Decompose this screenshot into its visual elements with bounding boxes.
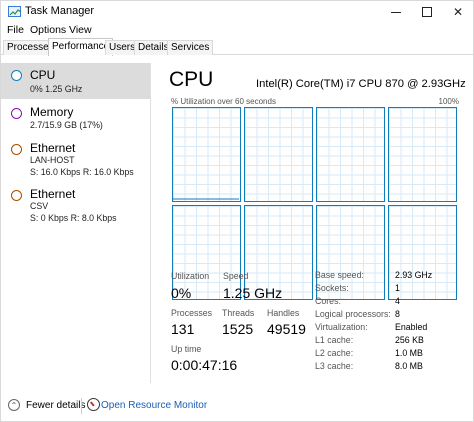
resource-monitor-icon[interactable] bbox=[87, 398, 100, 411]
menu-file[interactable]: File bbox=[7, 24, 24, 36]
tab-performance[interactable]: Performance bbox=[48, 38, 114, 56]
spec-value: Enabled bbox=[395, 322, 428, 332]
spec-key: Logical processors: bbox=[315, 309, 391, 319]
cpu-core-graph bbox=[244, 107, 313, 202]
sidebar-item-cpu[interactable]: CPU 0% 1.25 GHz bbox=[1, 63, 150, 99]
menu-bar: File Options View bbox=[1, 22, 473, 38]
speed-value: 1.25 GHz bbox=[223, 285, 283, 301]
menu-options[interactable]: Options bbox=[30, 24, 66, 36]
uptime-value: 0:00:47:16 bbox=[171, 357, 238, 373]
open-resource-monitor-link[interactable]: Open Resource Monitor bbox=[101, 400, 207, 411]
speed-label: Speed bbox=[223, 271, 249, 281]
sidebar-item-title: Ethernet bbox=[30, 187, 76, 201]
task-manager-icon bbox=[8, 6, 22, 17]
spec-key: L1 cache: bbox=[315, 335, 354, 345]
spec-key: Virtualization: bbox=[315, 322, 368, 332]
tab-services[interactable]: Services bbox=[167, 40, 214, 55]
footer-bar: ⌃ Fewer details Open Resource Monitor bbox=[1, 393, 473, 419]
spec-key: L3 cache: bbox=[315, 361, 354, 371]
ethernet-indicator-icon bbox=[11, 190, 22, 201]
cpu-core-graph bbox=[388, 107, 457, 202]
spec-key: L2 cache: bbox=[315, 348, 354, 358]
maximize-icon bbox=[422, 7, 432, 17]
tab-strip: Processes Performance Users Details Serv… bbox=[1, 38, 473, 56]
ethernet-indicator-icon bbox=[11, 144, 22, 155]
spec-value: 8 bbox=[395, 309, 400, 319]
handles-label: Handles bbox=[267, 308, 300, 318]
sidebar-item-throughput: S: 16.0 Kbps R: 16.0 Kbps bbox=[30, 167, 134, 177]
fewer-details-link[interactable]: Fewer details bbox=[26, 400, 85, 411]
close-button[interactable]: ✕ bbox=[443, 1, 473, 23]
cpu-core-graph bbox=[316, 107, 385, 202]
utilization-value: 0% bbox=[171, 285, 192, 301]
menu-view[interactable]: View bbox=[69, 24, 92, 36]
cpu-detail-panel: CPU Intel(R) Core(TM) i7 CPU 870 @ 2.93G… bbox=[161, 63, 471, 383]
spec-value: 1 bbox=[395, 283, 400, 293]
sidebar-item-title: Memory bbox=[30, 105, 74, 119]
sidebar-item-throughput: S: 0 Kbps R: 8.0 Kbps bbox=[30, 213, 117, 223]
memory-indicator-icon bbox=[11, 108, 22, 119]
maximize-button[interactable] bbox=[412, 1, 442, 23]
footer-divider bbox=[81, 398, 82, 414]
sidebar-item-title: CPU bbox=[30, 68, 56, 82]
spec-value: 1.0 MB bbox=[395, 348, 423, 358]
close-icon: ✕ bbox=[452, 5, 464, 19]
resource-sidebar: CPU 0% 1.25 GHz Memory 2.7/15.9 GB (17%)… bbox=[1, 63, 151, 383]
window-title: Task Manager bbox=[25, 5, 95, 17]
sidebar-item-ethernet-lan[interactable]: Ethernet LAN-HOST S: 16.0 Kbps R: 16.0 K… bbox=[1, 138, 150, 180]
spec-key: Base speed: bbox=[315, 270, 364, 280]
spec-key: Cores: bbox=[315, 296, 341, 306]
spec-value: 4 bbox=[395, 296, 400, 306]
minimize-icon bbox=[391, 11, 401, 13]
handles-value: 49519 bbox=[267, 321, 306, 337]
utilization-label: Utilization bbox=[171, 271, 210, 281]
sidebar-item-memory[interactable]: Memory 2.7/15.9 GB (17%) bbox=[1, 102, 150, 136]
utilization-graph-max: 100% bbox=[438, 97, 459, 106]
sidebar-item-detail: 2.7/15.9 GB (17%) bbox=[30, 120, 103, 130]
sidebar-item-detail: 0% 1.25 GHz bbox=[30, 84, 83, 94]
spec-value: 2.93 GHz bbox=[395, 270, 433, 280]
processes-value: 131 bbox=[171, 321, 195, 337]
sidebar-item-ethernet-csv[interactable]: Ethernet CSV S: 0 Kbps R: 8.0 Kbps bbox=[1, 184, 150, 226]
cpu-model-name: Intel(R) Core(TM) i7 CPU 870 @ 2.93GHz bbox=[256, 78, 466, 90]
cpu-core-graph bbox=[172, 107, 241, 202]
sidebar-item-detail: CSV bbox=[30, 201, 49, 211]
title-bar[interactable]: Task Manager ✕ bbox=[1, 1, 473, 23]
spec-value: 256 KB bbox=[395, 335, 424, 345]
sidebar-item-detail: LAN-HOST bbox=[30, 155, 75, 165]
page-title: CPU bbox=[169, 68, 214, 91]
spec-value: 8.0 MB bbox=[395, 361, 423, 371]
cpu-indicator-icon bbox=[11, 70, 22, 81]
processes-label: Processes bbox=[171, 308, 213, 318]
task-manager-window: Task Manager ✕ File Options View Process… bbox=[0, 0, 474, 422]
uptime-label: Up time bbox=[171, 344, 202, 354]
spec-key: Sockets: bbox=[315, 283, 349, 293]
threads-value: 1525 bbox=[222, 321, 254, 337]
sidebar-item-title: Ethernet bbox=[30, 141, 76, 155]
minimize-button[interactable] bbox=[381, 1, 411, 23]
threads-label: Threads bbox=[222, 308, 255, 318]
chevron-up-icon[interactable]: ⌃ bbox=[8, 399, 20, 411]
utilization-graph-label: % Utilization over 60 seconds bbox=[171, 97, 276, 106]
